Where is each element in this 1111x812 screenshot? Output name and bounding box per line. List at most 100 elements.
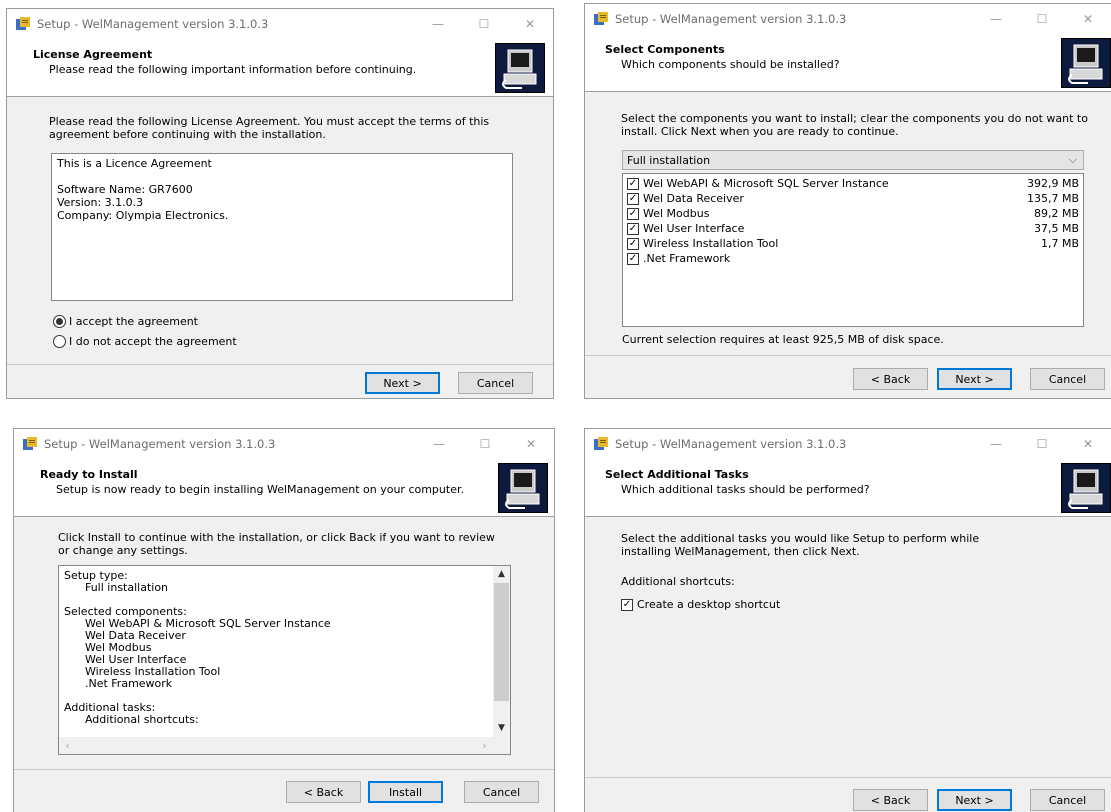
close-button[interactable]: ✕ bbox=[1065, 4, 1111, 34]
component-item[interactable]: ✓ Wel Data Receiver 135,7 MB bbox=[623, 191, 1083, 206]
title-bar[interactable]: Setup - WelManagement version 3.1.0.3 — … bbox=[14, 429, 554, 459]
decline-radio-button[interactable] bbox=[53, 335, 66, 348]
component-size: 37,5 MB bbox=[1033, 222, 1079, 235]
back-button[interactable]: < Back bbox=[853, 368, 928, 390]
install-summary-text: Setup type: Full installation Selected c… bbox=[64, 569, 331, 726]
scroll-right-icon[interactable]: › bbox=[476, 737, 493, 754]
install-summary-box[interactable]: Setup type: Full installation Selected c… bbox=[58, 565, 511, 755]
cancel-button[interactable]: Cancel bbox=[458, 372, 533, 394]
back-button[interactable]: < Back bbox=[286, 781, 361, 803]
wizard-computer-icon bbox=[1061, 463, 1111, 513]
decline-radio[interactable]: I do not accept the agreement bbox=[53, 335, 237, 348]
tasks-window: Setup - WelManagement version 3.1.0.3 — … bbox=[584, 428, 1111, 812]
component-item[interactable]: ✓ .Net Framework bbox=[623, 251, 1083, 266]
window-title: Setup - WelManagement version 3.1.0.3 bbox=[615, 437, 847, 451]
horizontal-scrollbar[interactable]: ‹ › bbox=[59, 737, 510, 754]
next-button[interactable]: Next > bbox=[937, 368, 1012, 390]
page-subtitle: Setup is now ready to begin installing W… bbox=[56, 483, 464, 496]
instructions-text: Select the components you want to instal… bbox=[621, 112, 1088, 138]
vertical-scrollbar[interactable]: ▲ ▼ bbox=[493, 566, 510, 737]
minimize-button[interactable]: — bbox=[415, 9, 461, 39]
window-title: Setup - WelManagement version 3.1.0.3 bbox=[44, 437, 276, 451]
cancel-button[interactable]: Cancel bbox=[1030, 789, 1105, 811]
page-title: Ready to Install bbox=[40, 468, 138, 481]
chevron-down-icon: ⌵ bbox=[1068, 153, 1077, 166]
back-button[interactable]: < Back bbox=[853, 789, 928, 811]
maximize-button[interactable]: ☐ bbox=[1019, 429, 1065, 459]
component-label: Wel Modbus bbox=[643, 207, 710, 220]
cancel-button[interactable]: Cancel bbox=[464, 781, 539, 803]
component-item[interactable]: ✓ Wel User Interface 37,5 MB bbox=[623, 221, 1083, 236]
next-button[interactable]: Next > bbox=[365, 372, 440, 394]
setup-app-icon bbox=[594, 12, 608, 25]
install-type-value: Full installation bbox=[627, 153, 711, 167]
instructions-text: Click Install to continue with the insta… bbox=[58, 531, 495, 557]
component-checkbox[interactable]: ✓ bbox=[627, 192, 639, 205]
page-title: Select Additional Tasks bbox=[605, 468, 749, 481]
wizard-header: Select Additional Tasks Which additional… bbox=[585, 459, 1111, 517]
decline-radio-label: I do not accept the agreement bbox=[69, 335, 237, 348]
minimize-button[interactable]: — bbox=[416, 429, 462, 459]
title-bar[interactable]: Setup - WelManagement version 3.1.0.3 — … bbox=[585, 4, 1111, 34]
wizard-header: Ready to Install Setup is now ready to b… bbox=[14, 459, 554, 517]
cancel-button[interactable]: Cancel bbox=[1030, 368, 1105, 390]
component-size: 135,7 MB bbox=[1026, 192, 1079, 205]
window-title: Setup - WelManagement version 3.1.0.3 bbox=[37, 17, 269, 31]
component-size: 1,7 MB bbox=[1040, 237, 1079, 250]
page-subtitle: Please read the following important info… bbox=[49, 63, 417, 76]
desktop-shortcut-checkbox[interactable]: ✓ bbox=[621, 598, 633, 611]
maximize-button[interactable]: ☐ bbox=[462, 429, 508, 459]
close-button[interactable]: ✕ bbox=[507, 9, 553, 39]
component-item[interactable]: ✓ Wel WebAPI & Microsoft SQL Server Inst… bbox=[623, 176, 1083, 191]
footer-divider bbox=[14, 769, 554, 770]
wizard-header: Select Components Which components shoul… bbox=[585, 34, 1111, 92]
close-button[interactable]: ✕ bbox=[1065, 429, 1111, 459]
next-button[interactable]: Next > bbox=[937, 789, 1012, 811]
desktop-shortcut-option[interactable]: ✓ Create a desktop shortcut bbox=[621, 598, 780, 611]
instructions-text: Please read the following License Agreem… bbox=[49, 115, 490, 141]
title-bar[interactable]: Setup - WelManagement version 3.1.0.3 — … bbox=[7, 9, 553, 39]
footer-divider bbox=[585, 355, 1111, 356]
wizard-computer-icon bbox=[1061, 38, 1111, 88]
components-list[interactable]: ✓ Wel WebAPI & Microsoft SQL Server Inst… bbox=[622, 173, 1084, 327]
component-label: .Net Framework bbox=[643, 252, 731, 265]
setup-app-icon bbox=[594, 437, 608, 450]
component-checkbox[interactable]: ✓ bbox=[627, 252, 639, 265]
component-item[interactable]: ✓ Wel Modbus 89,2 MB bbox=[623, 206, 1083, 221]
scroll-left-icon[interactable]: ‹ bbox=[59, 737, 76, 754]
install-type-dropdown[interactable]: Full installation ⌵ bbox=[622, 150, 1084, 170]
component-item[interactable]: ✓ Wireless Installation Tool 1,7 MB bbox=[623, 236, 1083, 251]
wizard-computer-icon bbox=[498, 463, 548, 513]
maximize-button[interactable]: ☐ bbox=[461, 9, 507, 39]
license-text-box[interactable]: This is a Licence Agreement Software Nam… bbox=[51, 153, 513, 301]
scroll-thumb[interactable] bbox=[494, 583, 509, 701]
window-title: Setup - WelManagement version 3.1.0.3 bbox=[615, 12, 847, 26]
minimize-button[interactable]: — bbox=[973, 4, 1019, 34]
ready-window: Setup - WelManagement version 3.1.0.3 — … bbox=[13, 428, 555, 812]
component-checkbox[interactable]: ✓ bbox=[627, 177, 639, 190]
title-bar[interactable]: Setup - WelManagement version 3.1.0.3 — … bbox=[585, 429, 1111, 459]
footer-divider bbox=[585, 777, 1111, 778]
license-window: Setup - WelManagement version 3.1.0.3 — … bbox=[6, 8, 554, 399]
component-checkbox[interactable]: ✓ bbox=[627, 222, 639, 235]
page-title: Select Components bbox=[605, 43, 725, 56]
desktop-shortcut-label: Create a desktop shortcut bbox=[637, 598, 781, 611]
component-checkbox[interactable]: ✓ bbox=[627, 207, 639, 220]
component-label: Wel User Interface bbox=[643, 222, 745, 235]
close-button[interactable]: ✕ bbox=[508, 429, 554, 459]
maximize-button[interactable]: ☐ bbox=[1019, 4, 1065, 34]
shortcuts-group-label: Additional shortcuts: bbox=[621, 575, 735, 588]
install-button[interactable]: Install bbox=[368, 781, 443, 803]
component-size: 392,9 MB bbox=[1026, 177, 1079, 190]
accept-radio-button[interactable] bbox=[53, 315, 66, 328]
setup-app-icon bbox=[16, 17, 30, 30]
components-window: Setup - WelManagement version 3.1.0.3 — … bbox=[584, 3, 1111, 399]
scroll-up-icon[interactable]: ▲ bbox=[493, 566, 510, 583]
instructions-text: Select the additional tasks you would li… bbox=[621, 532, 980, 558]
component-label: Wel WebAPI & Microsoft SQL Server Instan… bbox=[643, 177, 889, 190]
wizard-header: License Agreement Please read the follow… bbox=[7, 39, 553, 97]
component-checkbox[interactable]: ✓ bbox=[627, 237, 639, 250]
scroll-down-icon[interactable]: ▼ bbox=[493, 720, 510, 737]
accept-radio[interactable]: I accept the agreement bbox=[53, 315, 198, 328]
minimize-button[interactable]: — bbox=[973, 429, 1019, 459]
